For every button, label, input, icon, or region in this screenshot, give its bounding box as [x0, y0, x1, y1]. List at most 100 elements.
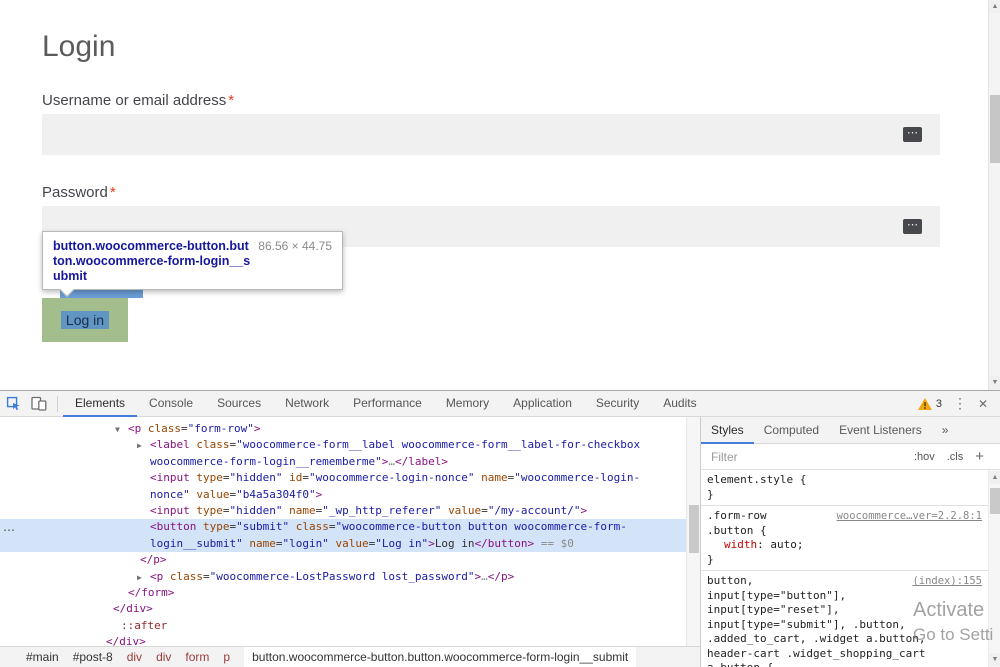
- devtools-tab-sources[interactable]: Sources: [205, 391, 273, 417]
- toggle-hover-state-button[interactable]: :hov: [914, 451, 935, 463]
- style-rule: .form-row woocommerce…ver=2.2.8:1 .button …: [701, 506, 988, 571]
- tooltip-dimensions: 86.56 × 44.75: [258, 239, 332, 282]
- style-rule: element.style {}: [701, 470, 988, 506]
- stylesheet-source-link[interactable]: (index):155: [912, 574, 984, 589]
- rule-selector[interactable]: header-cart .widget_shopping_cart: [707, 647, 926, 662]
- stylesheet-source-link[interactable]: woocommerce…ver=2.2.8:1: [837, 509, 984, 524]
- close-devtools-icon[interactable]: ✕: [978, 397, 988, 411]
- devtools-tab-console[interactable]: Console: [137, 391, 205, 417]
- devtools-tabs: ElementsConsoleSourcesNetworkPerformance…: [63, 391, 709, 417]
- devtools-toolbar-right: 3 ⋮ ✕: [918, 395, 1000, 412]
- dom-tree-line[interactable]: <input type="hidden" name="_wp_http_refe…: [0, 503, 686, 519]
- elements-panel: ▼<p class="form-row">▶<label class="wooc…: [0, 417, 700, 667]
- expand-arrow-icon[interactable]: ▶: [137, 438, 142, 454]
- devtools-tab-application[interactable]: Application: [501, 391, 584, 417]
- scroll-up-icon[interactable]: ▲: [989, 471, 1000, 484]
- dom-tree-line[interactable]: nonce" value="b4a5a304f0">: [0, 487, 686, 503]
- warning-triangle-icon: [918, 398, 932, 410]
- devtools-tab-memory[interactable]: Memory: [434, 391, 501, 417]
- styles-scrollbar-thumb[interactable]: [990, 488, 1000, 514]
- dom-tree-line[interactable]: login__submit" name="login" value="Log i…: [0, 536, 686, 552]
- sidebar-tab-computed[interactable]: Computed: [754, 417, 829, 444]
- style-rule: button,(index):155input[type="button"],i…: [701, 571, 988, 667]
- device-toolbar-icon: [31, 396, 47, 411]
- new-style-rule-button[interactable]: +: [975, 448, 984, 465]
- devtools-toolbar: ElementsConsoleSourcesNetworkPerformance…: [0, 391, 1000, 417]
- elements-scrollbar-thumb[interactable]: [689, 505, 699, 553]
- sidebar-tab--[interactable]: »: [932, 417, 959, 444]
- page-title: Login: [42, 30, 115, 64]
- styles-tabs: StylesComputedEvent Listeners»: [701, 417, 1000, 444]
- tooltip-element-selector: button.woocommerce-button.button.woocomm…: [53, 239, 250, 282]
- rule-selector[interactable]: input[type="reset"],: [707, 603, 839, 618]
- dom-tree-line[interactable]: ▶<p class="woocommerce-LostPassword lost…: [0, 569, 686, 585]
- page-scrollbar-thumb[interactable]: [990, 95, 1000, 163]
- breadcrumb-item[interactable]: #post-8: [73, 650, 113, 664]
- devtools-tab-audits[interactable]: Audits: [651, 391, 708, 417]
- page-scrollbar[interactable]: ▲ ▼: [988, 0, 1000, 390]
- dom-tree-line[interactable]: </form>: [0, 585, 686, 601]
- scroll-down-icon[interactable]: ▼: [989, 376, 1000, 389]
- dom-tree-line[interactable]: </div>: [0, 601, 686, 617]
- rule-selector[interactable]: .form-row: [707, 509, 767, 524]
- breadcrumb-item[interactable]: button.woocommerce-button.button.woocomm…: [244, 647, 636, 667]
- dom-tree-line[interactable]: </p>: [0, 552, 686, 568]
- username-label: Username or email address*: [42, 92, 234, 109]
- breadcrumb-item[interactable]: p: [223, 650, 230, 664]
- autofill-icon[interactable]: ⋯: [903, 127, 922, 142]
- dom-tree-line[interactable]: ▼<p class="form-row">: [0, 421, 686, 437]
- sidebar-tab-styles[interactable]: Styles: [701, 417, 754, 444]
- device-toolbar-button[interactable]: [26, 391, 52, 416]
- styles-filter-toggles: :hov .cls +: [914, 448, 984, 465]
- dom-tree: ▼<p class="form-row">▶<label class="wooc…: [0, 417, 686, 646]
- rule-selector[interactable]: .added_to_cart, .widget a.button,: [707, 632, 926, 647]
- rule-selector[interactable]: input[type="button"],: [707, 589, 846, 604]
- breadcrumb-item[interactable]: div: [127, 650, 142, 664]
- dom-tree-line[interactable]: woocommerce-form-login__rememberme">…</l…: [0, 454, 686, 470]
- console-warnings-button[interactable]: 3: [918, 398, 942, 410]
- elements-scrollbar[interactable]: [686, 417, 700, 646]
- expand-arrow-icon[interactable]: ▶: [137, 570, 142, 586]
- warning-count: 3: [936, 398, 942, 410]
- collapse-arrow-icon[interactable]: ▼: [115, 422, 120, 438]
- rule-selector[interactable]: element.style {: [707, 473, 806, 488]
- password-label: Password*: [42, 184, 116, 201]
- devtools-tab-elements[interactable]: Elements: [63, 391, 137, 417]
- dom-tree-line[interactable]: <input type="hidden" id="woocommerce-log…: [0, 470, 686, 486]
- rule-selector[interactable]: .button {: [707, 524, 767, 539]
- breadcrumb-item[interactable]: form: [185, 650, 209, 664]
- scroll-up-icon[interactable]: ▲: [989, 0, 1000, 13]
- rule-selector[interactable]: a button {: [707, 661, 773, 667]
- inspect-cursor-icon: [6, 396, 21, 411]
- devtools-panel: ElementsConsoleSourcesNetworkPerformance…: [0, 390, 1000, 667]
- styles-filter-input[interactable]: [711, 450, 851, 464]
- styles-scrollbar[interactable]: ▲ ▼: [988, 470, 1000, 667]
- styles-sidebar: StylesComputedEvent Listeners» :hov .cls…: [700, 417, 1000, 667]
- login-button-highlighted[interactable]: Log in: [42, 298, 128, 342]
- breadcrumb: #main#post-8divdivformpbutton.woocommerc…: [0, 646, 700, 667]
- rule-selector[interactable]: input[type="submit"], .button,: [707, 618, 906, 633]
- css-property[interactable]: width: auto;: [707, 538, 984, 553]
- toggle-class-button[interactable]: .cls: [947, 451, 964, 463]
- overflow-dots-icon[interactable]: ⋯: [3, 523, 16, 537]
- toolbar-separator: [57, 396, 58, 412]
- devtools-tab-security[interactable]: Security: [584, 391, 651, 417]
- devtools-tab-network[interactable]: Network: [273, 391, 341, 417]
- username-input[interactable]: ⋯: [42, 114, 940, 155]
- kebab-menu-icon[interactable]: ⋮: [953, 395, 967, 412]
- browser-viewport: Login Username or email address* ⋯ Passw…: [0, 0, 1000, 390]
- autofill-icon[interactable]: ⋯: [903, 219, 922, 234]
- required-asterisk: *: [110, 184, 116, 201]
- devtools-main: ▼<p class="form-row">▶<label class="wooc…: [0, 417, 1000, 667]
- inspect-element-button[interactable]: [0, 391, 26, 416]
- breadcrumb-item[interactable]: #main: [26, 650, 59, 664]
- breadcrumb-item[interactable]: div: [156, 650, 171, 664]
- devtools-tab-performance[interactable]: Performance: [341, 391, 434, 417]
- sidebar-tab-event-listeners[interactable]: Event Listeners: [829, 417, 932, 444]
- dom-tree-line[interactable]: ▶<label class="woocommerce-form__label w…: [0, 437, 686, 453]
- scroll-down-icon[interactable]: ▼: [989, 653, 1000, 666]
- dom-tree-line[interactable]: ::after: [0, 618, 686, 634]
- rule-selector[interactable]: button,: [707, 574, 753, 589]
- dom-tree-line[interactable]: <button type="submit" class="woocommerce…: [0, 519, 686, 535]
- dom-tree-line[interactable]: </div>: [0, 634, 686, 646]
